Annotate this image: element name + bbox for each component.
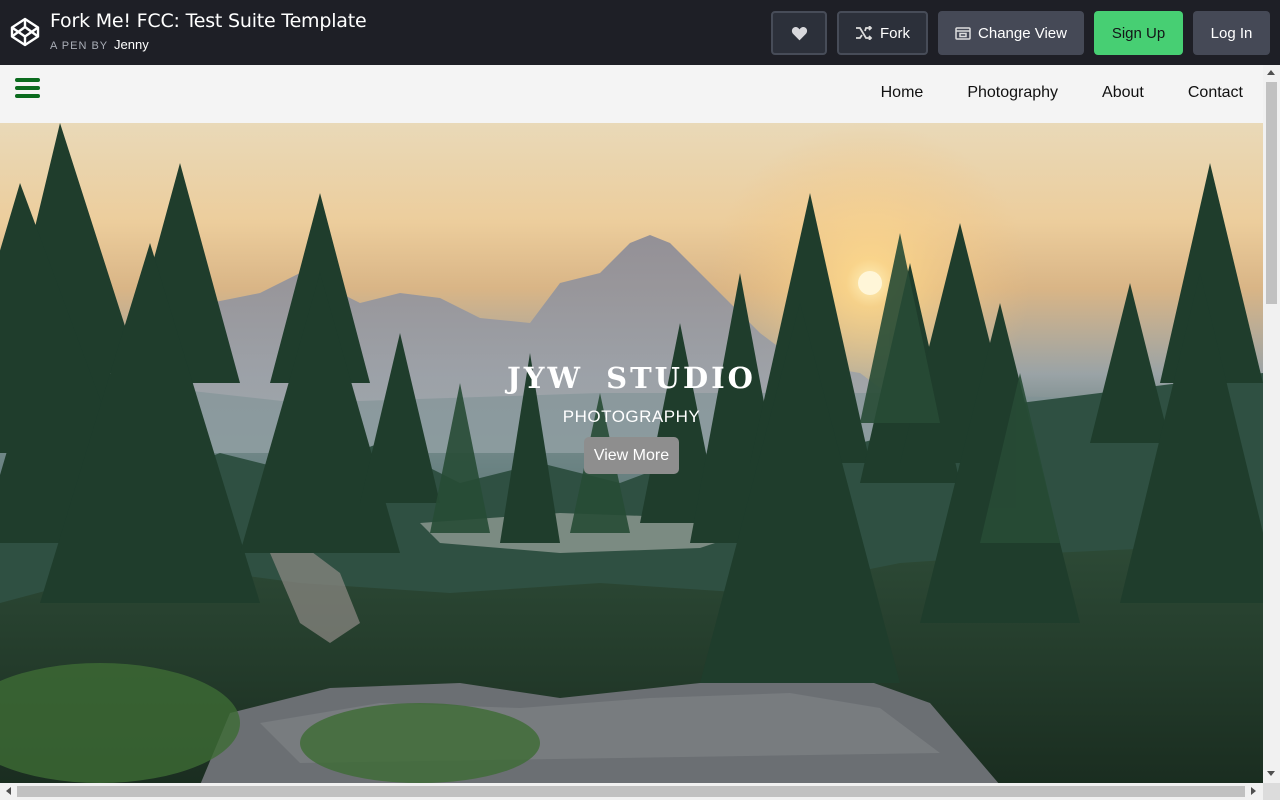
heart-icon bbox=[791, 26, 807, 40]
scroll-right-arrow-icon[interactable] bbox=[1251, 787, 1256, 795]
site-navbar: Home Photography About Contact bbox=[0, 65, 1263, 123]
horizontal-scroll-thumb[interactable] bbox=[17, 786, 1245, 797]
byline-label: A PEN BY bbox=[50, 40, 108, 52]
author-link[interactable]: Jenny bbox=[114, 37, 149, 52]
codepen-logo-icon[interactable] bbox=[9, 16, 41, 48]
codepen-header: Fork Me! FCC: Test Suite Template A PEN … bbox=[0, 0, 1280, 65]
horizontal-scrollbar[interactable] bbox=[0, 783, 1263, 800]
fork-label: Fork bbox=[880, 24, 910, 42]
nav-link-about[interactable]: About bbox=[1102, 84, 1144, 102]
scroll-up-arrow-icon[interactable] bbox=[1267, 70, 1275, 75]
log-in-button[interactable]: Log In bbox=[1193, 11, 1270, 55]
hero-subtitle: PHOTOGRAPHY bbox=[562, 407, 701, 426]
change-view-button[interactable]: Change View bbox=[938, 11, 1084, 55]
nav-link-photography[interactable]: Photography bbox=[967, 84, 1058, 102]
pen-title[interactable]: Fork Me! FCC: Test Suite Template bbox=[50, 10, 367, 32]
scrollbar-corner bbox=[1263, 783, 1280, 800]
hero-section: JYW STUDIO PHOTOGRAPHY View More bbox=[0, 123, 1263, 785]
pen-byline: A PEN BY Jenny bbox=[50, 37, 149, 52]
sign-up-button[interactable]: Sign Up bbox=[1094, 11, 1183, 55]
pen-preview: Home Photography About Contact JYW STUDI… bbox=[0, 65, 1280, 800]
scroll-down-arrow-icon[interactable] bbox=[1267, 771, 1275, 776]
nav-link-contact[interactable]: Contact bbox=[1188, 84, 1243, 102]
change-view-label: Change View bbox=[978, 24, 1067, 42]
vertical-scroll-thumb[interactable] bbox=[1266, 82, 1277, 304]
view-more-button[interactable]: View More bbox=[584, 437, 679, 474]
nav-links: Home Photography About Contact bbox=[881, 84, 1243, 102]
heart-button[interactable] bbox=[771, 11, 827, 55]
hero-content: JYW STUDIO PHOTOGRAPHY View More bbox=[0, 123, 1263, 785]
nav-link-home[interactable]: Home bbox=[881, 84, 924, 102]
scroll-left-arrow-icon[interactable] bbox=[6, 787, 11, 795]
hero-title: JYW STUDIO bbox=[507, 361, 756, 395]
fork-button[interactable]: Fork bbox=[837, 11, 928, 55]
hamburger-menu-icon[interactable] bbox=[15, 78, 40, 100]
change-view-icon bbox=[955, 26, 971, 40]
fork-icon bbox=[856, 26, 873, 40]
vertical-scrollbar[interactable] bbox=[1263, 65, 1280, 783]
